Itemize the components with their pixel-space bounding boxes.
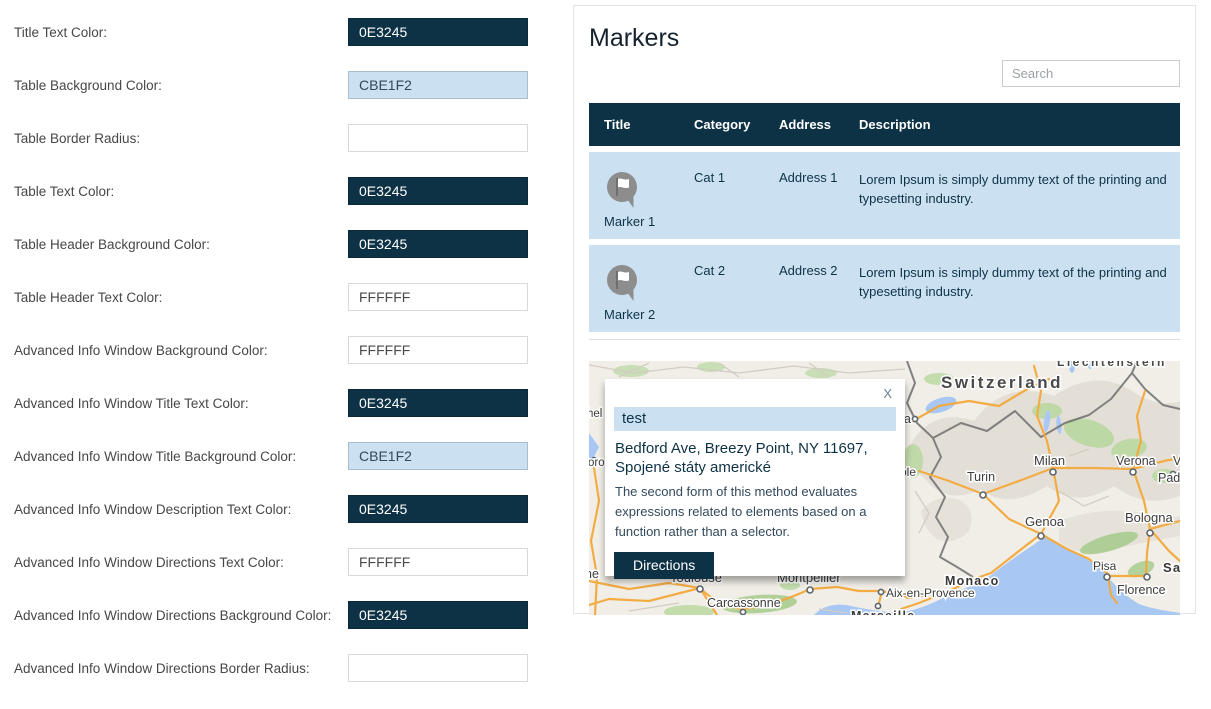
field-aiw-description-text-color: Advanced Info Window Description Text Co… <box>14 495 528 523</box>
map-label-carcassonne: Carcassonne <box>707 596 781 610</box>
marker-title: Marker 1 <box>604 214 679 229</box>
field-table-border-radius: Table Border Radius: <box>14 124 528 152</box>
field-table-header-text-color: Table Header Text Color: <box>14 283 528 311</box>
aiw-background-color-input[interactable] <box>348 336 528 364</box>
map-label-marseille: Marseille <box>851 609 915 615</box>
map-label-verona-right-fragment: V <box>1173 454 1180 468</box>
map-label-bordeaux-fragment: oro <box>589 457 605 469</box>
field-label: Table Background Color: <box>14 78 348 93</box>
field-label: Advanced Info Window Title Text Color: <box>14 396 348 411</box>
table-header-text-color-input[interactable] <box>348 283 528 311</box>
field-label: Table Header Text Color: <box>14 290 348 305</box>
markers-table: Title Category Address Description <box>589 97 1180 338</box>
field-label: Advanced Info Window Directions Backgrou… <box>14 608 348 623</box>
map-label-bologna: Bologna <box>1125 510 1173 525</box>
field-aiw-background-color: Advanced Info Window Background Color: <box>14 336 528 364</box>
field-aiw-title-text-color: Advanced Info Window Title Text Color: <box>14 389 528 417</box>
marker-address: Address 1 <box>764 152 844 239</box>
directions-button[interactable]: Directions <box>614 552 714 579</box>
aiw-title-background-color-input[interactable] <box>348 442 528 470</box>
map-label-pisa: Pisa <box>1093 559 1117 573</box>
info-window-address: Bedford Ave, Breezy Point, NY 11697, Spo… <box>614 439 896 477</box>
table-text-color-input[interactable] <box>348 177 528 205</box>
col-category: Category <box>679 103 764 146</box>
table-header-row: Title Category Address Description <box>589 103 1180 146</box>
map-label-san-marino-fragment: Sa <box>1163 560 1180 575</box>
field-aiw-directions-text-color: Advanced Info Window Directions Text Col… <box>14 548 528 576</box>
marker-title: Marker 2 <box>604 307 679 322</box>
page-title: Markers <box>589 23 1180 53</box>
map-label-turin: Turin <box>967 470 995 484</box>
map-label-switzerland: Switzerland <box>941 373 1063 392</box>
field-label: Title Text Color: <box>14 25 348 40</box>
marker-description: Lorem Ipsum is simply dummy text of the … <box>844 152 1180 239</box>
field-label: Table Text Color: <box>14 184 348 199</box>
map-label-narbonne-fragment: ne <box>589 567 599 581</box>
info-window-description: The second form of this method evaluates… <box>614 482 896 542</box>
field-table-header-background-color: Table Header Background Color: <box>14 230 528 258</box>
field-label: Advanced Info Window Background Color: <box>14 343 348 358</box>
table-background-color-input[interactable] <box>348 71 528 99</box>
field-aiw-directions-border-radius: Advanced Info Window Directions Border R… <box>14 654 528 682</box>
marker-description: Lorem Ipsum is simply dummy text of the … <box>844 245 1180 332</box>
field-aiw-directions-background-color: Advanced Info Window Directions Backgrou… <box>14 601 528 629</box>
field-aiw-title-background-color: Advanced Info Window Title Background Co… <box>14 442 528 470</box>
map-label-liechtenstein: Liechtenstein <box>1057 361 1167 369</box>
marker-address: Address 2 <box>764 245 844 332</box>
aiw-directions-border-radius-input[interactable] <box>348 654 528 682</box>
col-title: Title <box>589 103 679 146</box>
field-label: Table Border Radius: <box>14 131 348 146</box>
map-label-milan: Milan <box>1034 453 1065 468</box>
map-label-rochelle-fragment: hel <box>589 408 602 420</box>
field-title-text-color: Title Text Color: <box>14 18 528 46</box>
title-text-color-input[interactable] <box>348 18 528 46</box>
aiw-title-text-color-input[interactable] <box>348 389 528 417</box>
table-row: Marker 1 Cat 1 Address 1 Lorem Ipsum is … <box>589 152 1180 239</box>
marker-category: Cat 1 <box>679 152 764 239</box>
field-table-text-color: Table Text Color: <box>14 177 528 205</box>
field-table-background-color: Table Background Color: <box>14 71 528 99</box>
markers-preview-panel: Markers Title Category Address Descripti… <box>573 5 1196 614</box>
field-label: Table Header Background Color: <box>14 237 348 252</box>
search-input[interactable] <box>1002 60 1180 87</box>
info-window-title: test <box>614 407 896 431</box>
aiw-description-text-color-input[interactable] <box>348 495 528 523</box>
table-header-background-color-input[interactable] <box>348 230 528 258</box>
marker-bubble-icon <box>604 198 640 213</box>
aiw-directions-background-color-input[interactable] <box>348 601 528 629</box>
map-preview[interactable]: Switzerland Liechtenstein Milan Verona V… <box>589 361 1180 615</box>
divider <box>589 339 1180 340</box>
col-description: Description <box>844 103 1180 146</box>
settings-form: Title Text Color: Table Background Color… <box>14 18 528 707</box>
field-label: Advanced Info Window Title Background Co… <box>14 449 348 464</box>
map-info-window: X test Bedford Ave, Breezy Point, NY 116… <box>605 379 905 576</box>
table-row: Marker 2 Cat 2 Address 2 Lorem Ipsum is … <box>589 245 1180 332</box>
map-label-padua-fragment: Pad <box>1158 471 1180 485</box>
marker-bubble-icon <box>604 291 640 306</box>
table-border-radius-input[interactable] <box>348 124 528 152</box>
map-label-florence: Florence <box>1117 583 1166 597</box>
field-label: Advanced Info Window Directions Text Col… <box>14 555 348 570</box>
map-label-genoa: Genoa <box>1025 514 1065 529</box>
close-icon[interactable]: X <box>883 386 892 401</box>
aiw-directions-text-color-input[interactable] <box>348 548 528 576</box>
field-label: Advanced Info Window Directions Border R… <box>14 661 348 676</box>
map-label-geneva-fragment: a <box>904 412 911 426</box>
field-label: Advanced Info Window Description Text Co… <box>14 502 348 517</box>
marker-category: Cat 2 <box>679 245 764 332</box>
col-address: Address <box>764 103 844 146</box>
map-label-verona: Verona <box>1116 454 1156 468</box>
map-label-aix: Aix-en-Provence <box>886 586 975 600</box>
